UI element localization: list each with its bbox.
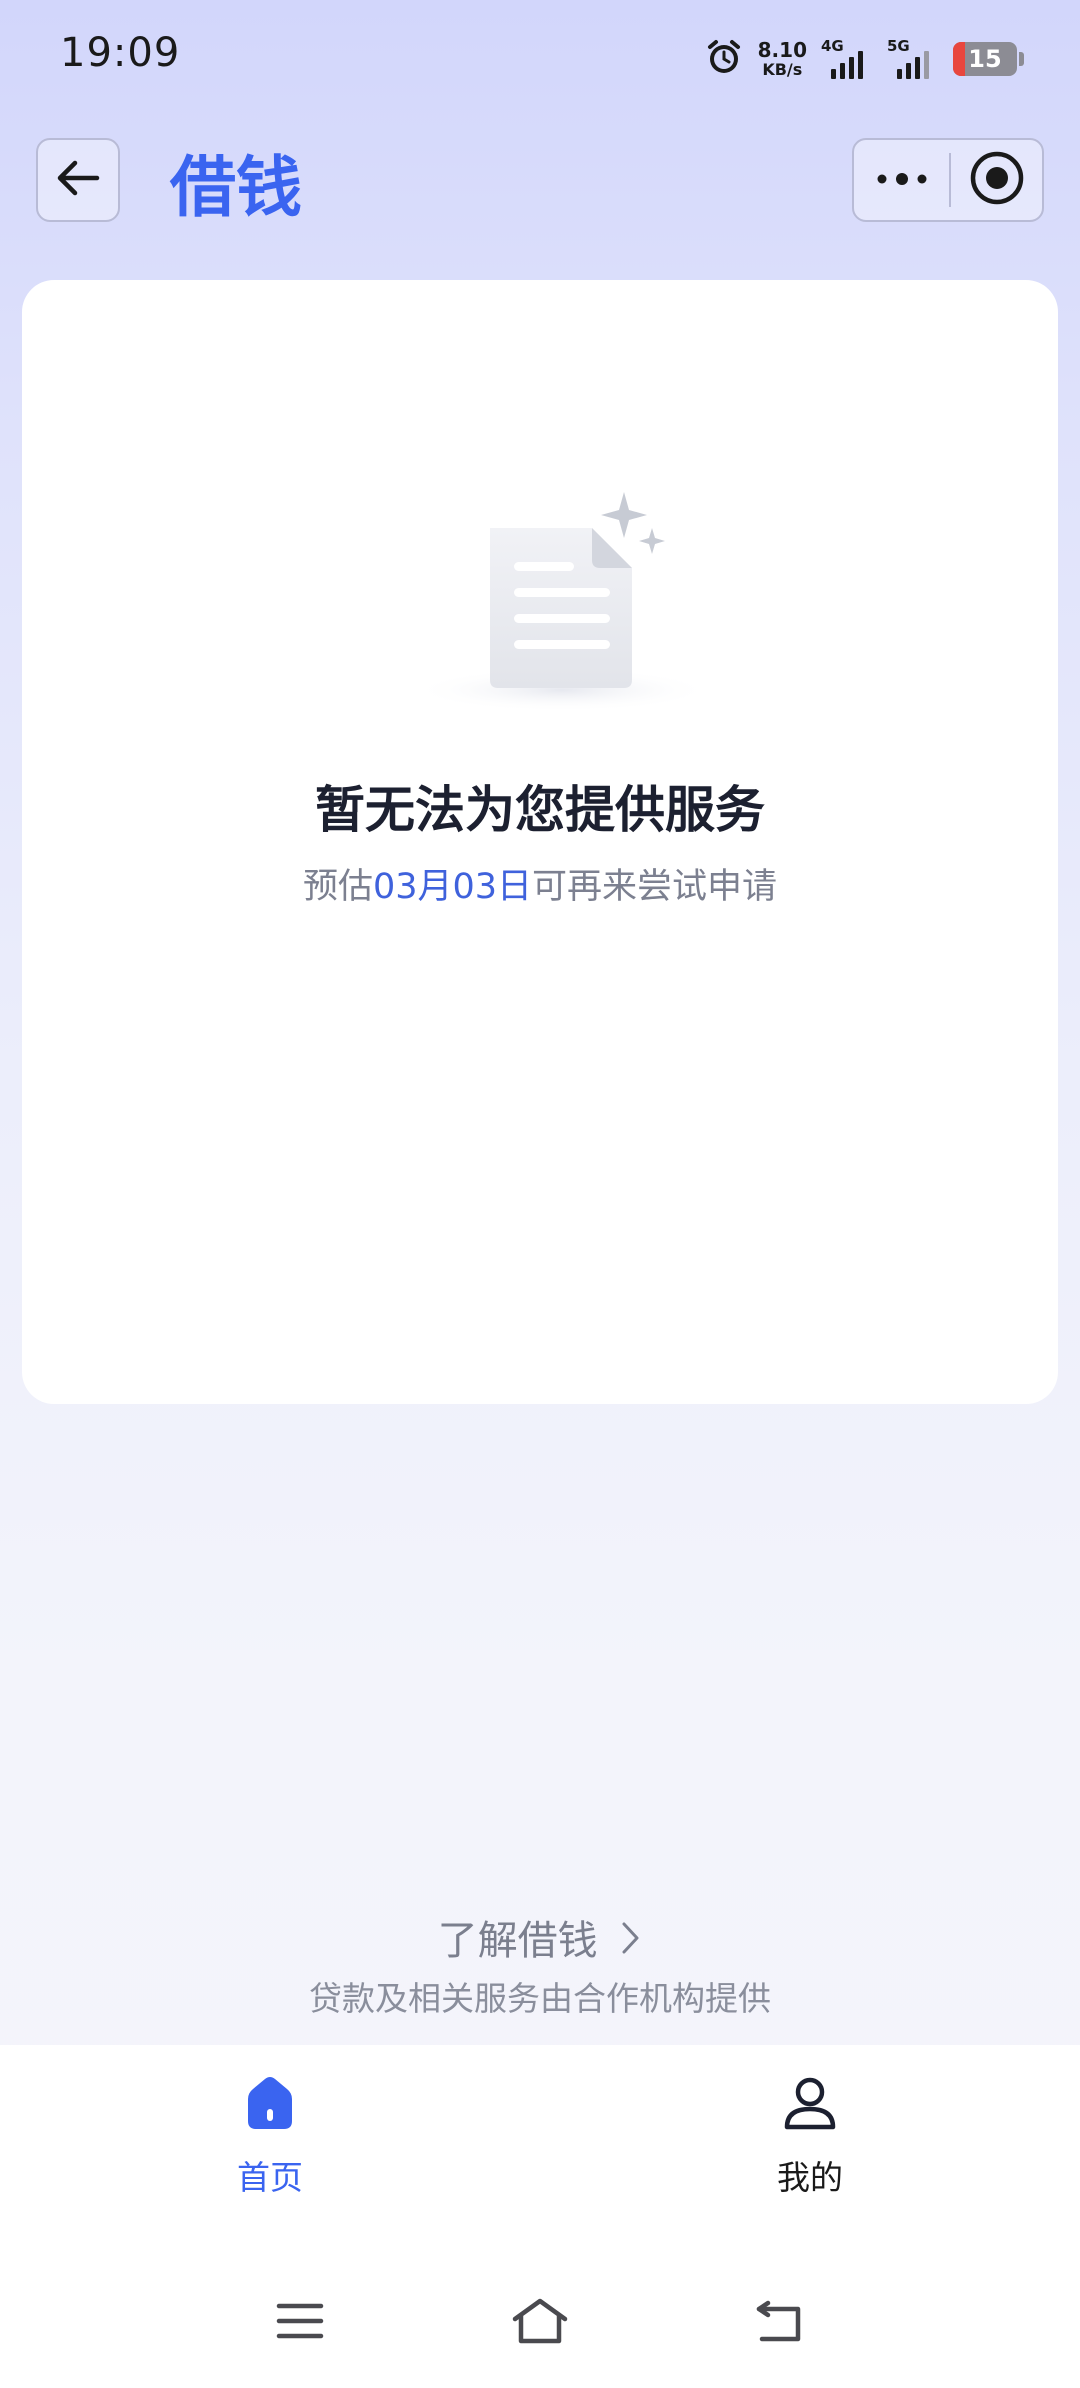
empty-state-card: 暂无法为您提供服务 预估03月03日可再来尝试申请 [22,280,1058,1404]
chevron-right-icon [620,1920,642,1966]
battery-level: 15 [968,45,1002,73]
close-miniprogram-icon [969,150,1025,210]
tab-bar: 首页 我的 [0,2045,1080,2255]
disclaimer-text: 贷款及相关服务由合作机构提供 [309,1979,771,2018]
speed-unit: KB/s [762,60,803,79]
learn-more-label: 了解借钱 [437,1918,598,1964]
empty-state-subtitle: 预估03月03日可再来尝试申请 [22,858,1058,909]
home-icon [170,2073,370,2139]
page-title: 借钱 [170,149,302,226]
close-miniprogram-button[interactable] [951,140,1042,220]
empty-state-title: 暂无法为您提供服务 [315,781,765,839]
status-time: 19:09 [60,30,181,76]
system-menu-button[interactable] [260,2293,340,2353]
status-bar: 19:09 8.10 KB/s 4G 5G 15 [0,0,1080,120]
signal-icon: 4G [821,37,873,81]
system-back-button[interactable] [740,2293,820,2353]
speed-value: 8.10 [757,38,807,62]
document-sparkle-icon [392,480,732,720]
home-outline-icon [511,2297,569,2349]
status-indicators: 8.10 KB/s 4G 5G 15 [704,34,1024,84]
battery-tip [1019,52,1024,66]
battery-icon: 15 [953,42,1017,76]
system-navigation-bar [0,2255,1080,2388]
network-speed: 8.10 KB/s [758,40,807,78]
more-dots-icon [876,171,928,190]
learn-more-link[interactable]: 了解借钱 [0,1908,1080,1966]
user-icon [710,2073,910,2139]
tab-mine[interactable]: 我的 [710,2073,910,2223]
retry-date: 03月03日 [372,867,533,907]
alarm-icon [704,37,744,81]
back-button[interactable] [36,138,120,222]
back-icon [754,2297,806,2349]
miniprogram-capsule [852,138,1044,222]
more-button[interactable] [854,140,949,220]
signal-icon: 5G [887,37,939,81]
tab-mine-label: 我的 [777,2158,843,2197]
system-home-button[interactable] [500,2293,580,2353]
subtitle-suffix: 可再来尝试申请 [532,867,778,907]
subtitle-prefix: 预估 [302,867,373,907]
tab-home-label: 首页 [237,2158,303,2197]
tab-home[interactable]: 首页 [170,2073,370,2223]
back-arrow-icon [53,153,103,207]
menu-icon [276,2301,324,2345]
